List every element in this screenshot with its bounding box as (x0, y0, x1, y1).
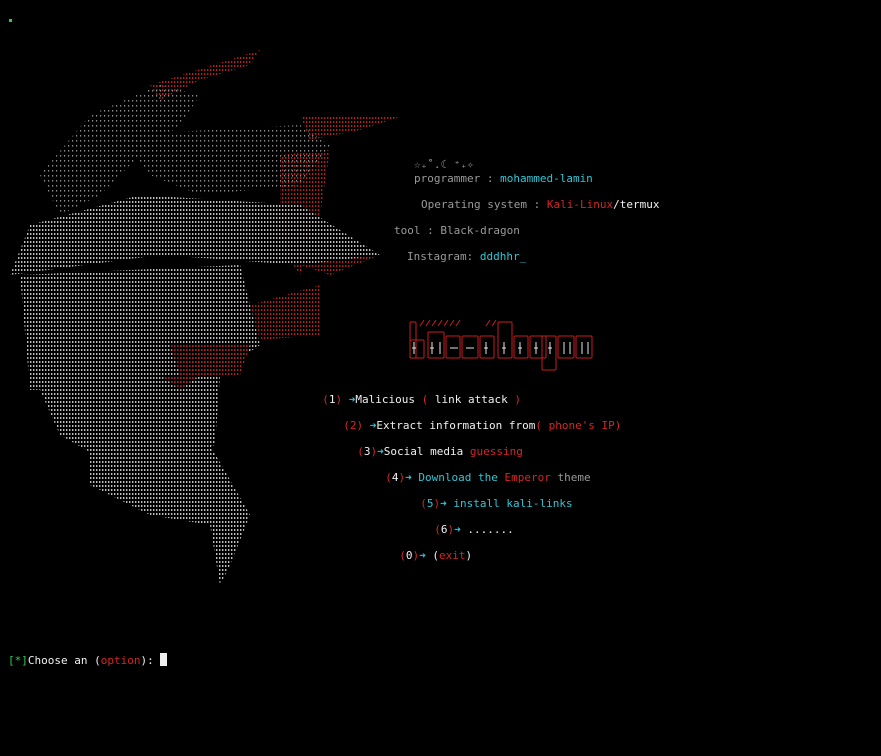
programmer-value: mohammed-lamin (500, 172, 593, 185)
arrow-right-icon: ➜ (405, 471, 412, 484)
os-line: Operating system : Kali-Linux/termux (421, 198, 659, 211)
prompt-text: Choose an ( (27, 654, 101, 667)
option-label-2: link attack (434, 393, 515, 406)
instagram-label: Instagram: (407, 250, 480, 263)
option-label: ....... (460, 523, 514, 536)
option-label-red: guessing (469, 445, 523, 458)
option-label-red: exit (439, 549, 466, 562)
option-label: Extract information from (376, 419, 536, 432)
option-label-2: ) (465, 549, 473, 562)
menu-option-5[interactable]: (5)➜ install kali-links (407, 484, 573, 510)
option-number: 4 (391, 471, 399, 484)
programmer-line: programmer : mohammed-lamin (414, 172, 593, 185)
menu-option-0[interactable]: (0)➜ (exit) (386, 536, 472, 562)
black-dragon-logo (409, 319, 593, 371)
dragon-ascii-art (10, 50, 400, 585)
menu-option-4[interactable]: (4)➜ Download the Emperor theme (372, 458, 591, 484)
option-paren-close: ) (335, 393, 349, 406)
option-paren-open: ( (399, 549, 406, 562)
option-number: 3 (363, 445, 371, 458)
option-label-red: ( phone's IP) (535, 419, 622, 432)
option-label: Malicious (355, 393, 422, 406)
os-label: Operating system : (421, 198, 547, 211)
menu-option-6[interactable]: (6)➜ ....... (421, 510, 514, 536)
option-number: 0 (405, 549, 413, 562)
os-value-red: Kali-Linux (546, 198, 614, 211)
option-paren-open: ( (357, 445, 364, 458)
option-label-red: Emperor (504, 471, 551, 484)
arrow-right-icon: ➜ (454, 523, 461, 536)
arrow-right-icon: ➜ (440, 497, 447, 510)
prompt-option-word: option (100, 654, 141, 667)
emblem-text: ☆₊˚.☾ ⁺₊✧ (414, 158, 474, 171)
command-prompt[interactable]: [*]Choose an (option): (8, 653, 168, 667)
option-paren-close: ) (356, 419, 370, 432)
option-paren-open: ( (420, 497, 427, 510)
option-label-muted: theme (550, 471, 591, 484)
instagram-line: Instagram: dddhhr_ (407, 250, 526, 263)
option-paren-open: ( (385, 471, 392, 484)
option-label: Social media (383, 445, 470, 458)
option-label-red-2: ) (514, 393, 521, 406)
arrow-right-icon: ➜ (419, 549, 426, 562)
tool-line: tool : Black-dragon (394, 224, 520, 237)
menu-option-1[interactable]: (1) ➜Malicious ( link attack ) (309, 380, 521, 406)
instagram-value: dddhhr_ (479, 250, 527, 263)
programmer-label: programmer : (414, 172, 501, 185)
option-number: 2 (349, 419, 357, 432)
terminal-status-dot (9, 19, 12, 22)
option-number: 6 (440, 523, 448, 536)
os-sep: / (613, 198, 620, 211)
option-number: 1 (328, 393, 336, 406)
option-label-red: ( (421, 393, 435, 406)
option-paren-open: ( (322, 393, 329, 406)
option-label: ( (425, 549, 439, 562)
arrow-right-icon: ➜ (377, 445, 384, 458)
menu-option-3[interactable]: (3)➜Social media guessing (344, 432, 523, 458)
option-label: install kali-links (446, 497, 573, 510)
option-paren-open: ( (434, 523, 441, 536)
option-label: Download the (411, 471, 505, 484)
os-value-white: termux (619, 198, 660, 211)
menu-option-2[interactable]: (2) ➜Extract information from( phone's I… (330, 406, 621, 432)
option-paren-open: ( (343, 419, 350, 432)
text-cursor[interactable] (160, 653, 168, 666)
option-number: 5 (426, 497, 434, 510)
prompt-end: ): (140, 654, 161, 667)
prompt-marker: [*] (8, 654, 28, 667)
